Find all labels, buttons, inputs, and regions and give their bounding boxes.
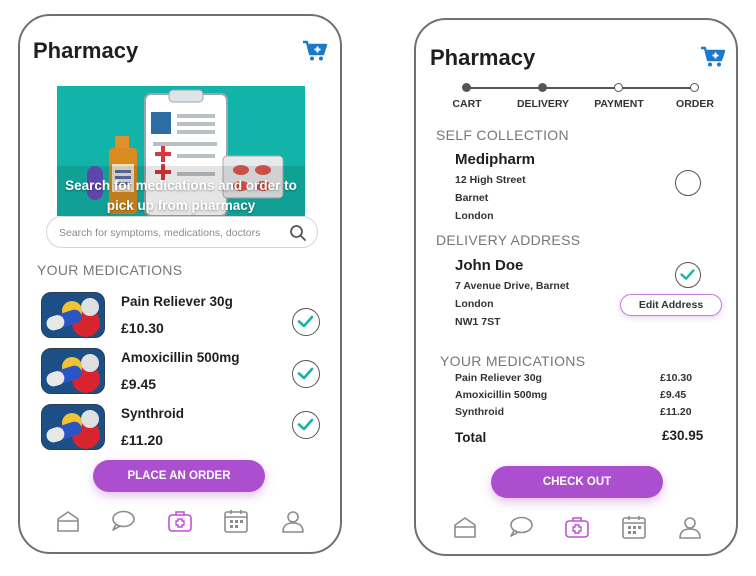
- step-dot-delivery[interactable]: [538, 83, 547, 92]
- step-dot-cart[interactable]: [462, 83, 471, 92]
- medication-row[interactable]: Synthroid £11.20: [20, 400, 340, 456]
- pills-image: [42, 293, 104, 337]
- cart-plus-icon[interactable]: [700, 46, 726, 68]
- pills-image: [42, 405, 104, 449]
- summary-row: Pain Reliever 30g £10.30: [416, 372, 736, 389]
- check-icon: [297, 418, 314, 431]
- bottom-nav: [20, 506, 340, 540]
- delivery-address-radio[interactable]: [675, 262, 701, 288]
- checkout-button[interactable]: CHECK OUT: [491, 466, 663, 498]
- address-line: 12 High Street: [455, 174, 526, 186]
- summary-row: Synthroid £11.20: [416, 406, 736, 423]
- step-label-order: ORDER: [676, 98, 714, 110]
- select-checkbox[interactable]: [292, 360, 320, 388]
- self-collection-radio[interactable]: [675, 170, 701, 196]
- recipient-name: John Doe: [455, 257, 524, 274]
- profile-icon[interactable]: [280, 508, 306, 534]
- check-icon: [297, 367, 314, 380]
- select-checkbox[interactable]: [292, 308, 320, 336]
- summary-item-price: £11.20: [660, 406, 692, 418]
- summary-item-price: £9.45: [660, 389, 687, 401]
- search-icon[interactable]: [289, 224, 307, 242]
- chat-icon[interactable]: [508, 514, 534, 540]
- address-line: 7 Avenue Drive, Barnet: [455, 280, 570, 292]
- step-label-payment: PAYMENT: [594, 98, 644, 110]
- home-icon[interactable]: [452, 514, 478, 540]
- summary-item-name: Pain Reliever 30g: [455, 372, 542, 384]
- checkout-stepper: CART DELIVERY PAYMENT ORDER: [416, 82, 736, 118]
- step-dot-order[interactable]: [690, 83, 699, 92]
- delivery-address-option[interactable]: John Doe 7 Avenue Drive, Barnet London N…: [416, 254, 736, 334]
- search-input[interactable]: [59, 224, 279, 242]
- cart-plus-icon[interactable]: [302, 40, 328, 62]
- medication-name: Synthroid: [121, 406, 184, 421]
- hero-line-1: Search for medications and order to: [65, 178, 297, 193]
- medication-list: Pain Reliever 30g £10.30 Amoxicillin 500…: [20, 288, 340, 458]
- place-order-button[interactable]: PLACE AN ORDER: [93, 460, 265, 492]
- calendar-icon[interactable]: [621, 514, 647, 540]
- total-label: Total: [455, 430, 487, 445]
- section-heading-medications: YOUR MEDICATIONS: [37, 262, 183, 278]
- medical-kit-icon[interactable]: [167, 508, 193, 534]
- chat-icon[interactable]: [110, 508, 136, 534]
- step-label-delivery: DELIVERY: [516, 98, 570, 110]
- total-value: £30.95: [662, 428, 704, 443]
- medication-thumbnail: [41, 404, 105, 450]
- page-title: Pharmacy: [33, 38, 139, 63]
- hero-banner[interactable]: Search for medications and order to pick…: [57, 86, 305, 216]
- self-collection-option[interactable]: Medipharm 12 High Street Barnet London: [416, 148, 736, 228]
- medical-kit-icon[interactable]: [564, 514, 590, 540]
- pharmacy-name: Medipharm: [455, 151, 536, 168]
- check-icon: [680, 269, 695, 280]
- medication-thumbnail: [41, 292, 105, 338]
- pharmacy-home-screen: Pharmacy Search for medications and orde…: [18, 14, 342, 554]
- medication-price: £10.30: [121, 320, 164, 336]
- hero-caption: Search for medications and order to pick…: [57, 176, 305, 216]
- summary-item-price: £10.30: [660, 372, 693, 384]
- order-summary: Pain Reliever 30g £10.30 Amoxicillin 500…: [416, 372, 736, 452]
- stepper-line: [466, 87, 694, 89]
- summary-item-name: Synthroid: [455, 406, 504, 418]
- medication-row[interactable]: Pain Reliever 30g £10.30: [20, 288, 340, 344]
- address-line: NW1 7ST: [455, 316, 501, 328]
- calendar-icon[interactable]: [223, 508, 249, 534]
- section-heading-delivery-address: DELIVERY ADDRESS: [436, 232, 581, 248]
- edit-address-button[interactable]: Edit Address: [620, 294, 722, 316]
- medication-row[interactable]: Amoxicillin 500mg £9.45: [20, 344, 340, 400]
- search-bar[interactable]: [46, 216, 318, 248]
- medication-name: Pain Reliever 30g: [121, 294, 233, 309]
- medication-price: £11.20: [121, 432, 164, 448]
- hero-line-2: pick up from pharmacy: [106, 198, 256, 213]
- pills-image: [42, 349, 104, 393]
- profile-icon[interactable]: [677, 514, 703, 540]
- step-label-cart: CART: [452, 98, 482, 110]
- select-checkbox[interactable]: [292, 411, 320, 439]
- check-icon: [297, 315, 314, 328]
- address-line: London: [455, 298, 494, 310]
- pharmacy-checkout-screen: Pharmacy CART DELIVERY PAYMENT ORDER SEL…: [414, 18, 738, 556]
- step-dot-payment[interactable]: [614, 83, 623, 92]
- section-heading-self-collection: SELF COLLECTION: [436, 127, 569, 143]
- summary-row: Amoxicillin 500mg £9.45: [416, 389, 736, 406]
- address-line: Barnet: [455, 192, 489, 204]
- summary-item-name: Amoxicillin 500mg: [455, 389, 548, 401]
- home-icon[interactable]: [55, 508, 81, 534]
- address-line: London: [455, 210, 494, 222]
- medication-price: £9.45: [121, 376, 157, 392]
- page-title: Pharmacy: [430, 45, 536, 70]
- medication-thumbnail: [41, 348, 105, 394]
- section-heading-order-summary: YOUR MEDICATIONS: [440, 353, 586, 369]
- medication-name: Amoxicillin 500mg: [121, 350, 240, 365]
- bottom-nav: [416, 512, 736, 546]
